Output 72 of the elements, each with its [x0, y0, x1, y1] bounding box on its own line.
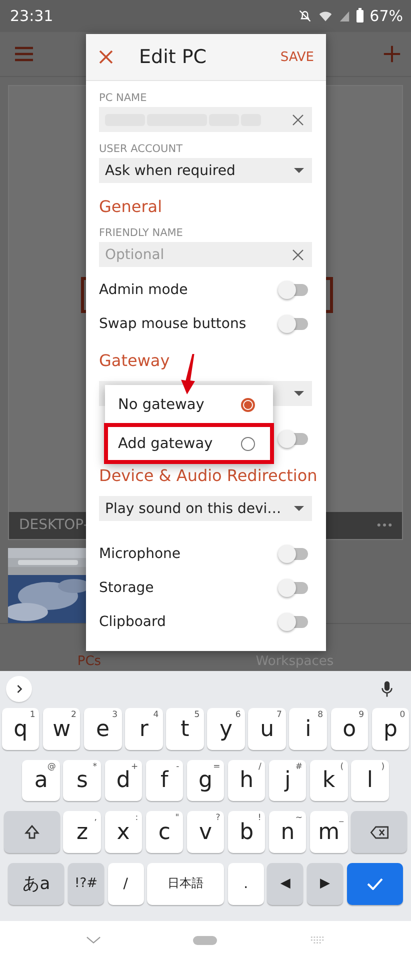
enter-key[interactable]	[346, 863, 403, 905]
battery-percent: 67%	[370, 6, 403, 25]
dropdown-field[interactable]: Ask when required	[99, 158, 312, 183]
radio-button[interactable]	[241, 436, 255, 450]
menu-option[interactable]: Add gateway	[105, 424, 273, 463]
dropdown-field[interactable]: Play sound on this devi…	[99, 496, 312, 521]
keyboard-key[interactable]: z ,	[63, 811, 101, 854]
menu-icon[interactable]	[14, 46, 34, 62]
keyboard-icon[interactable]	[310, 935, 325, 946]
keyboard-key[interactable]: あa	[8, 863, 64, 905]
keyboard-key[interactable]: d +	[104, 760, 142, 802]
placeholder: Optional	[105, 246, 166, 262]
keyboard-key[interactable]: m _	[310, 811, 348, 854]
keyboard-key[interactable]: l )	[351, 760, 389, 802]
keyboard-key[interactable]: a @	[22, 760, 60, 802]
section-heading: Device & Audio Redirection	[99, 466, 318, 485]
backspace-icon	[370, 826, 389, 839]
clear-icon[interactable]	[292, 248, 304, 260]
keyboard-key[interactable]: r 4	[125, 708, 163, 750]
keyboard-key[interactable]: j #	[268, 760, 306, 802]
section-heading: General	[99, 197, 162, 216]
shift-icon	[24, 824, 40, 840]
close-icon[interactable]	[99, 50, 113, 64]
microphone-icon[interactable]	[381, 680, 393, 698]
field-label: USER ACCOUNT	[99, 143, 182, 155]
keyboard-key[interactable]: !?#	[68, 863, 104, 905]
keyboard-key[interactable]: v ?	[186, 811, 224, 854]
keyboard-key[interactable]: i 8	[289, 708, 327, 750]
more-icon[interactable]	[377, 523, 392, 528]
keyboard-key[interactable]: .	[228, 863, 264, 905]
expand-button[interactable]	[6, 676, 32, 702]
keyboard-key[interactable]: 日本語	[147, 863, 224, 905]
keyboard-key[interactable]: x :	[104, 811, 142, 854]
clear-icon[interactable]	[292, 114, 304, 126]
checkmark-icon	[366, 878, 383, 890]
dropdown-caret-icon	[294, 168, 304, 173]
add-icon[interactable]	[383, 44, 401, 63]
dropdown-caret-icon	[294, 391, 304, 396]
keyboard-key[interactable]: h /	[228, 760, 266, 802]
radio-button[interactable]	[241, 398, 255, 412]
setting-label: Storage	[99, 580, 154, 596]
keyboard-key[interactable]: /	[108, 863, 144, 905]
keyboard-key[interactable]: ◀	[267, 863, 304, 905]
keyboard-key[interactable]: n ~	[268, 811, 306, 854]
backspace-key[interactable]	[351, 811, 408, 854]
field-label: FRIENDLY NAME	[99, 227, 183, 239]
home-pill-icon[interactable]	[193, 936, 218, 945]
keyboard-key[interactable]: s *	[63, 760, 101, 802]
keyboard-key[interactable]: c "	[146, 811, 184, 854]
keyboard-key[interactable]: k (	[310, 760, 348, 802]
clock-time: 23:31	[10, 6, 54, 25]
field-label: PC NAME	[99, 92, 147, 104]
keyboard-key[interactable]: b !	[228, 811, 266, 854]
muted-bell-icon	[298, 8, 312, 23]
pc-name: DESKTOP-	[19, 517, 88, 534]
keyboard-key[interactable]: ▶	[306, 863, 343, 905]
setting-label: Clipboard	[99, 614, 166, 630]
keyboard-key[interactable]: t 5	[166, 708, 204, 750]
battery-icon	[356, 8, 364, 24]
setting-label: Swap mouse buttons	[99, 316, 246, 332]
section-heading: Gateway	[99, 351, 170, 370]
keyboard-key[interactable]: g =	[186, 760, 224, 802]
shift-key[interactable]	[4, 811, 60, 854]
chevron-right-icon	[16, 684, 22, 694]
text-field[interactable]	[99, 107, 312, 132]
keyboard-key[interactable]: f -	[146, 760, 184, 802]
chevron-down-icon[interactable]	[86, 936, 102, 944]
menu-option[interactable]: No gateway	[105, 385, 273, 424]
save-button[interactable]: SAVE	[276, 48, 318, 66]
setting-label: Microphone	[99, 546, 180, 562]
dialog-title: Edit PC	[139, 46, 208, 68]
setting-label: Admin mode	[99, 282, 188, 298]
